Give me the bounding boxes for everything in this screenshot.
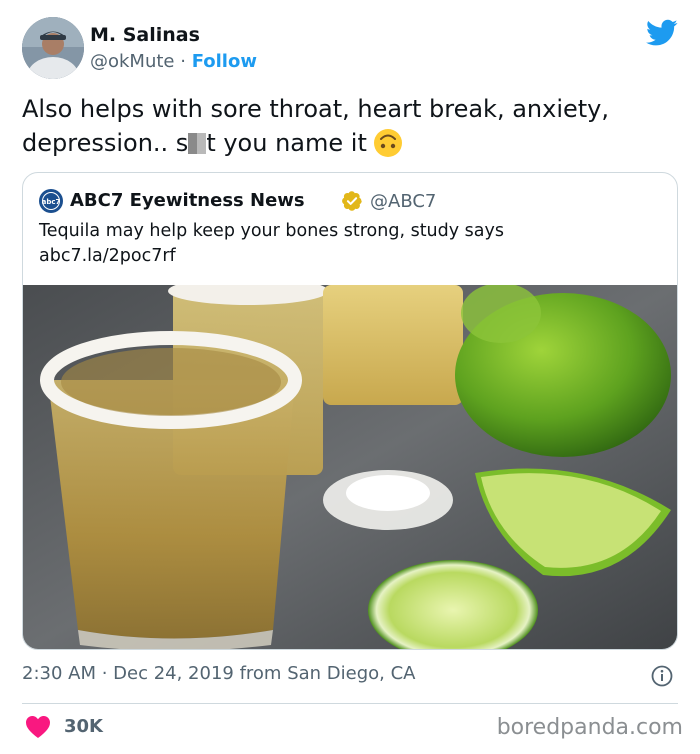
tweet-text: Also helps with sore throat, heart break… <box>22 92 678 160</box>
follow-button[interactable]: Follow <box>192 51 257 72</box>
watermark: boredpanda.com <box>496 715 683 740</box>
user-handle[interactable]: @okMute <box>90 51 175 72</box>
tweet-timestamp[interactable]: 2:30 AM · Dec 24, 2019 from San Diego, C… <box>22 663 415 684</box>
tweet-text-part-2: t you name it <box>206 129 367 157</box>
abc7-logo-icon[interactable]: abc7 <box>39 189 63 213</box>
quoted-text: Tequila may help keep your bones strong,… <box>39 219 659 269</box>
user-name[interactable]: M. Salinas <box>90 24 200 46</box>
like-count[interactable]: 30K <box>64 716 103 737</box>
tequila-lime-photo[interactable] <box>23 285 678 650</box>
separator: · <box>174 51 192 72</box>
avatar[interactable] <box>22 17 84 79</box>
handle-row: @okMute · Follow <box>90 51 257 72</box>
quoted-name[interactable]: ABC7 Eyewitness News <box>70 190 305 211</box>
censor-block <box>188 133 207 154</box>
divider <box>22 703 678 704</box>
upside-down-face-emoji-icon <box>373 129 402 157</box>
info-icon[interactable] <box>651 665 673 687</box>
tweet-header: M. Salinas @okMute · Follow <box>22 17 678 79</box>
logo-text: abc7 <box>42 198 61 206</box>
heart-icon[interactable] <box>25 715 51 739</box>
quoted-tweet[interactable]: abc7 ABC7 Eyewitness News @ABC7 Tequila … <box>22 172 678 650</box>
quoted-headline: Tequila may help keep your bones strong,… <box>39 221 504 241</box>
quoted-handle[interactable]: @ABC7 <box>370 191 436 212</box>
verified-badge-icon <box>342 191 362 211</box>
quoted-link[interactable]: abc7.la/2poc7rf <box>39 244 659 269</box>
twitter-bird-icon[interactable] <box>646 19 678 47</box>
